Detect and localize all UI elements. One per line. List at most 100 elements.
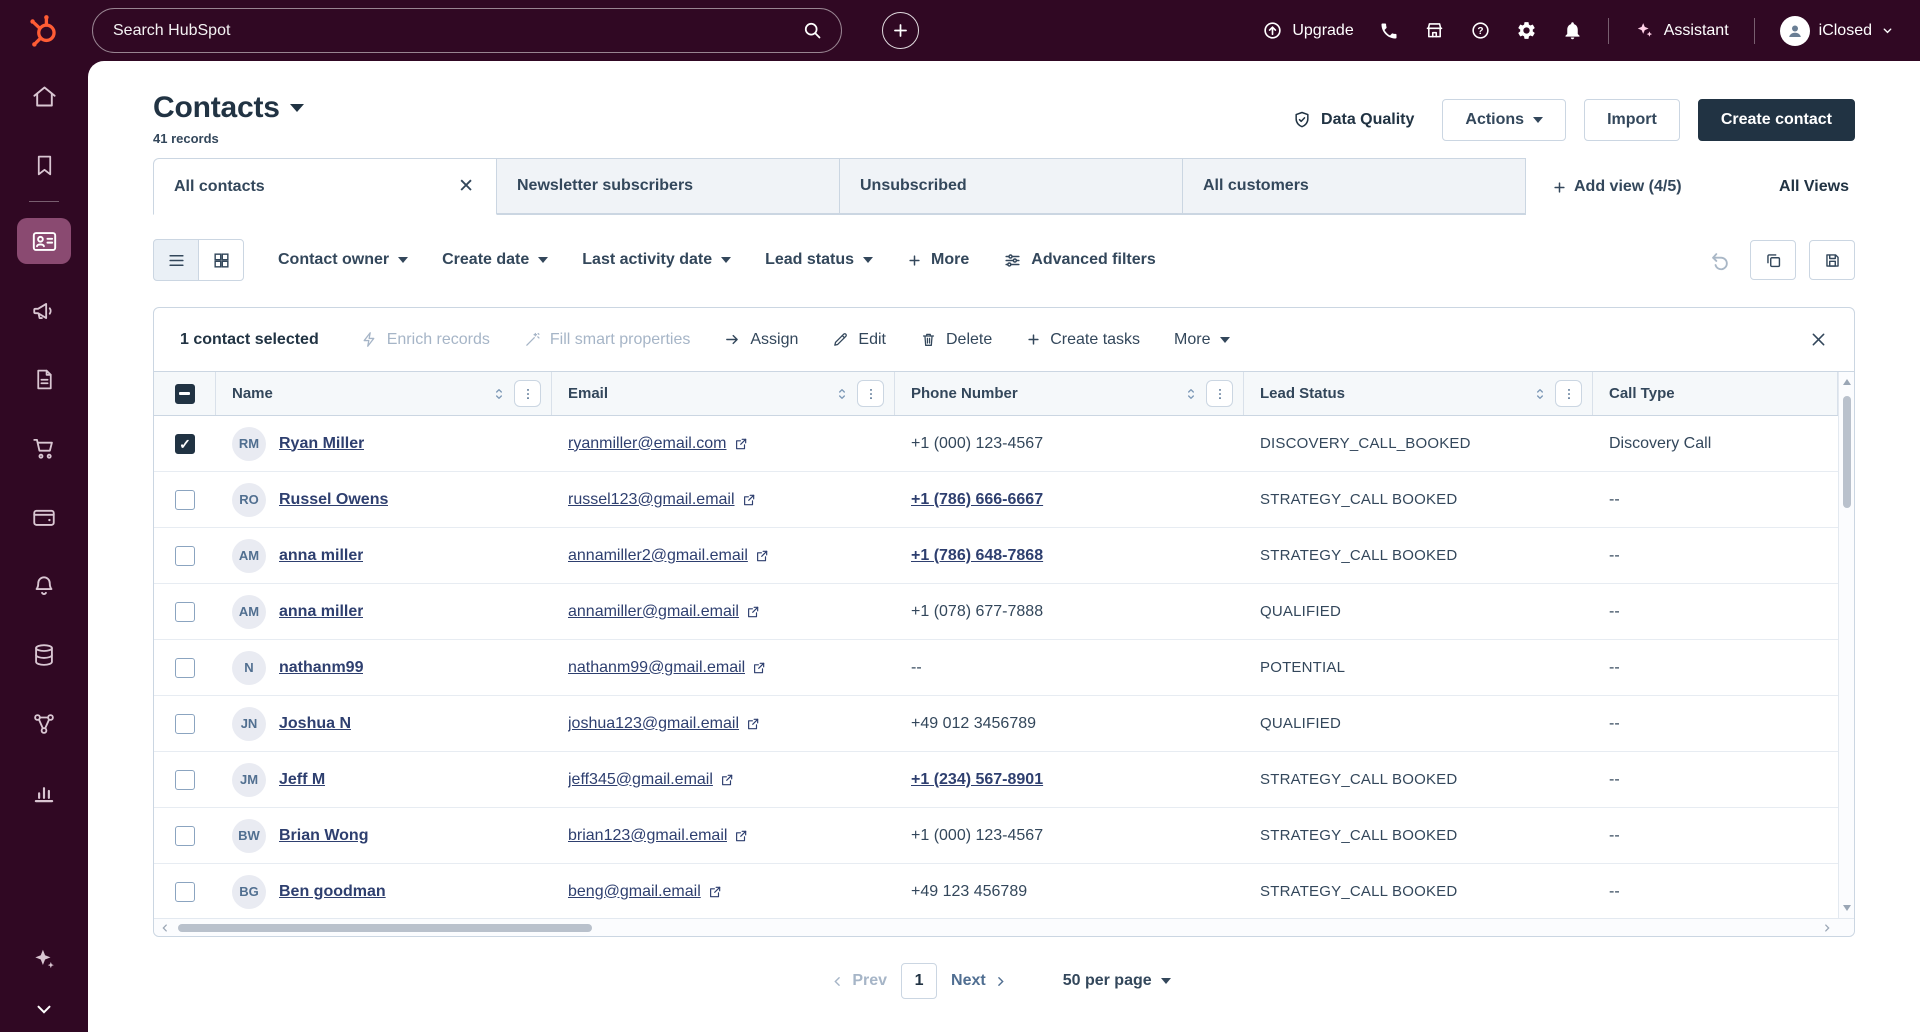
sidebar-item-data[interactable]	[31, 642, 57, 668]
filter-lead-status[interactable]: Lead status	[765, 251, 874, 269]
assign-button[interactable]: Assign	[724, 331, 798, 349]
filter-create-date[interactable]: Create date	[442, 251, 549, 269]
help-button[interactable]: ?	[1470, 20, 1491, 41]
external-link-icon[interactable]	[746, 605, 760, 619]
import-button[interactable]: Import	[1584, 99, 1680, 141]
sidebar-item-integrations[interactable]	[31, 711, 57, 737]
column-menu-button[interactable]	[857, 380, 884, 407]
column-menu-button[interactable]	[1555, 380, 1582, 407]
sidebar-item-content[interactable]	[32, 367, 57, 392]
sidebar-collapse-button[interactable]	[33, 998, 55, 1020]
per-page-selector[interactable]: 50 per page	[1057, 971, 1177, 991]
row-checkbox[interactable]	[175, 825, 195, 846]
sidebar-item-home[interactable]	[31, 83, 58, 110]
add-view-button[interactable]: Add view (4/5)	[1546, 159, 1688, 215]
phone-text[interactable]: +1 (786) 666-6667	[911, 491, 1043, 509]
external-link-icon[interactable]	[746, 717, 760, 731]
account-menu[interactable]: iClosed	[1779, 15, 1894, 46]
scroll-up-icon[interactable]	[1843, 379, 1851, 385]
sidebar-item-automations[interactable]	[31, 573, 57, 599]
board-view-button[interactable]	[198, 239, 244, 281]
list-view-button[interactable]	[153, 239, 199, 281]
select-all-checkbox[interactable]	[174, 383, 195, 404]
hubspot-logo[interactable]	[0, 13, 88, 49]
clone-view-button[interactable]	[1750, 240, 1796, 280]
prev-page-button[interactable]: Prev	[831, 972, 887, 990]
contact-name-link[interactable]: Russel Owens	[279, 491, 388, 509]
external-link-icon[interactable]	[720, 773, 734, 787]
sort-icon[interactable]	[1532, 386, 1548, 402]
phone-text[interactable]: +1 (234) 567-8901	[911, 771, 1043, 789]
advanced-filters-button[interactable]: Advanced filters	[1003, 251, 1156, 270]
column-menu-button[interactable]	[1206, 380, 1233, 407]
search-icon[interactable]	[802, 20, 823, 41]
row-checkbox[interactable]	[175, 601, 195, 622]
row-checkbox[interactable]	[175, 489, 195, 510]
edit-button[interactable]: Edit	[832, 331, 886, 349]
undo-button[interactable]	[1709, 249, 1731, 271]
horizontal-scrollbar[interactable]	[154, 918, 1854, 936]
create-contact-button[interactable]: Create contact	[1697, 99, 1855, 141]
row-checkbox[interactable]	[175, 545, 195, 566]
contact-name-link[interactable]: anna miller	[279, 603, 363, 621]
sidebar-item-marketing[interactable]	[31, 298, 57, 324]
settings-button[interactable]	[1516, 20, 1537, 41]
scroll-down-icon[interactable]	[1843, 905, 1851, 911]
phone-text[interactable]: +1 (786) 648-7868	[911, 547, 1043, 565]
fill-smart-properties-button[interactable]: Fill smart properties	[524, 331, 690, 349]
sidebar-item-contacts[interactable]	[17, 218, 71, 264]
tab-newsletter-subscribers[interactable]: Newsletter subscribers	[496, 158, 840, 214]
row-checkbox[interactable]	[175, 713, 195, 734]
contact-email-link[interactable]: nathanm99@gmail.email	[568, 659, 745, 677]
enrich-records-button[interactable]: Enrich records	[361, 331, 490, 349]
contact-email-link[interactable]: beng@gmail.email	[568, 883, 701, 901]
next-page-button[interactable]: Next	[951, 972, 1007, 990]
upgrade-button[interactable]: Upgrade	[1262, 20, 1354, 41]
contact-email-link[interactable]: jeff345@gmail.email	[568, 771, 713, 789]
current-page-number[interactable]: 1	[901, 963, 938, 999]
tab-all-contacts[interactable]: All contacts ✕	[153, 158, 497, 215]
all-views-link[interactable]: All Views	[1773, 159, 1855, 215]
contact-email-link[interactable]: brian123@gmail.email	[568, 827, 727, 845]
tab-all-customers[interactable]: All customers	[1182, 158, 1526, 214]
external-link-icon[interactable]	[742, 493, 756, 507]
global-search[interactable]	[92, 8, 842, 53]
delete-button[interactable]: Delete	[920, 331, 992, 349]
actions-button[interactable]: Actions	[1442, 99, 1567, 141]
filter-more-button[interactable]: More	[907, 251, 969, 269]
row-checkbox[interactable]	[175, 657, 195, 678]
create-tasks-button[interactable]: Create tasks	[1026, 331, 1140, 349]
contact-email-link[interactable]: annamiller2@gmail.email	[568, 547, 748, 565]
title-caret-icon[interactable]	[289, 104, 304, 112]
tab-unsubscribed[interactable]: Unsubscribed	[839, 158, 1183, 214]
sort-icon[interactable]	[1183, 386, 1199, 402]
sidebar-item-ai[interactable]	[31, 946, 57, 972]
scroll-left-icon[interactable]	[160, 923, 170, 933]
external-link-icon[interactable]	[734, 437, 748, 451]
vertical-scrollbar-thumb[interactable]	[1843, 396, 1851, 508]
data-quality-button[interactable]: Data Quality	[1292, 110, 1414, 130]
scroll-right-icon[interactable]	[1822, 923, 1832, 933]
more-actions-button[interactable]: More	[1174, 331, 1230, 349]
contact-name-link[interactable]: nathanm99	[279, 659, 363, 677]
assistant-button[interactable]: Assistant	[1634, 20, 1729, 41]
contact-email-link[interactable]: joshua123@gmail.email	[568, 715, 739, 733]
external-link-icon[interactable]	[755, 549, 769, 563]
external-link-icon[interactable]	[708, 885, 722, 899]
notifications-button[interactable]	[1562, 20, 1583, 41]
close-tab-icon[interactable]: ✕	[456, 177, 476, 196]
vertical-scrollbar[interactable]	[1838, 372, 1854, 918]
search-input[interactable]	[111, 20, 802, 41]
sort-icon[interactable]	[834, 386, 850, 402]
horizontal-scrollbar-thumb[interactable]	[178, 924, 592, 932]
row-checkbox[interactable]	[175, 769, 195, 790]
sidebar-item-payments[interactable]	[31, 504, 57, 530]
row-checkbox[interactable]	[175, 881, 195, 902]
filter-contact-owner[interactable]: Contact owner	[278, 251, 409, 269]
contact-name-link[interactable]: Ben goodman	[279, 883, 386, 901]
page-title-row[interactable]: Contacts	[153, 91, 304, 125]
contact-email-link[interactable]: ryanmiller@email.com	[568, 435, 727, 453]
external-link-icon[interactable]	[752, 661, 766, 675]
contact-name-link[interactable]: anna miller	[279, 547, 363, 565]
contact-name-link[interactable]: Jeff M	[279, 771, 325, 789]
